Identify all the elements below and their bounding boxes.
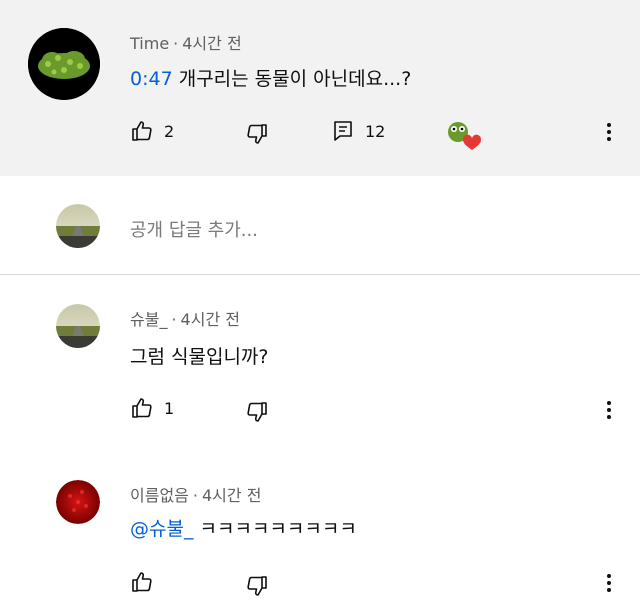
reply-item: 슈불_ · 4시간 전 그럼 식물입니까? 1 xyxy=(0,276,640,446)
creator-heart xyxy=(446,120,482,152)
creator-heart-icon xyxy=(448,122,482,150)
reply-count: 12 xyxy=(365,121,386,141)
thumbs-down-icon xyxy=(247,402,267,422)
timestamp-link[interactable]: 0:47 xyxy=(130,68,173,90)
avatar-image xyxy=(56,480,100,524)
comment-meta: 슈불_ · 4시간 전 xyxy=(130,306,240,330)
author-name[interactable]: 슈불_ xyxy=(130,310,167,329)
comment-text: @슈불_ ㅋㅋㅋㅋㅋㅋㅋㅋㅋ xyxy=(130,514,357,541)
comment-body: 그럼 식물입니까? xyxy=(130,346,269,368)
like-count: 1 xyxy=(164,398,175,418)
reply-input[interactable]: 공개 답글 추가... xyxy=(130,216,258,242)
reply-button[interactable]: 12 xyxy=(331,119,385,143)
mention-link[interactable]: @슈불_ xyxy=(130,518,193,540)
comment-meta: Time · 4시간 전 xyxy=(130,30,242,54)
avatar[interactable] xyxy=(56,304,100,348)
comment-meta: 이름없음 · 4시간 전 xyxy=(130,482,261,506)
meta-separator: · xyxy=(192,486,198,505)
thumbs-up-icon xyxy=(132,398,152,418)
comment-body: 개구리는 동물이 아닌데요...? xyxy=(178,68,412,90)
thumbs-up-icon xyxy=(132,121,152,141)
avatar-image xyxy=(56,304,100,348)
more-vertical-icon[interactable] xyxy=(607,401,613,422)
dislike-button[interactable] xyxy=(245,400,269,424)
like-button[interactable]: 2 xyxy=(130,119,174,143)
comment-icon xyxy=(334,121,352,141)
more-vertical-icon[interactable] xyxy=(607,123,613,144)
thumbs-down-icon xyxy=(247,576,267,596)
divider xyxy=(0,274,640,275)
avatar[interactable] xyxy=(28,28,100,100)
thumbs-up-icon xyxy=(132,572,152,592)
author-name[interactable]: 이름없음 xyxy=(130,486,189,505)
avatar[interactable] xyxy=(56,480,100,524)
dislike-button[interactable] xyxy=(245,574,269,598)
avatar xyxy=(56,204,100,248)
like-button[interactable] xyxy=(130,570,154,594)
meta-separator: · xyxy=(171,310,177,329)
more-vertical-icon[interactable] xyxy=(607,574,613,595)
comment-time: 4시간 전 xyxy=(180,310,240,329)
like-button[interactable]: 1 xyxy=(130,396,174,420)
thumbs-down-icon xyxy=(247,124,267,144)
meta-separator: · xyxy=(173,34,179,53)
comment-body: ㅋㅋㅋㅋㅋㅋㅋㅋㅋ xyxy=(199,518,357,540)
user-avatar-image xyxy=(56,204,100,248)
like-count: 2 xyxy=(164,121,175,141)
comment-time: 4시간 전 xyxy=(182,34,242,53)
comment-text: 0:47 개구리는 동물이 아닌데요...? xyxy=(130,64,411,91)
dislike-button[interactable] xyxy=(245,122,269,146)
reply-item: 이름없음 · 4시간 전 @슈불_ ㅋㅋㅋㅋㅋㅋㅋㅋㅋ xyxy=(0,446,640,602)
author-name[interactable]: Time xyxy=(130,34,169,53)
top-comment: Time · 4시간 전 0:47 개구리는 동물이 아닌데요...? 2 12 xyxy=(0,0,640,176)
avatar-image xyxy=(28,28,100,100)
comment-time: 4시간 전 xyxy=(201,486,262,505)
